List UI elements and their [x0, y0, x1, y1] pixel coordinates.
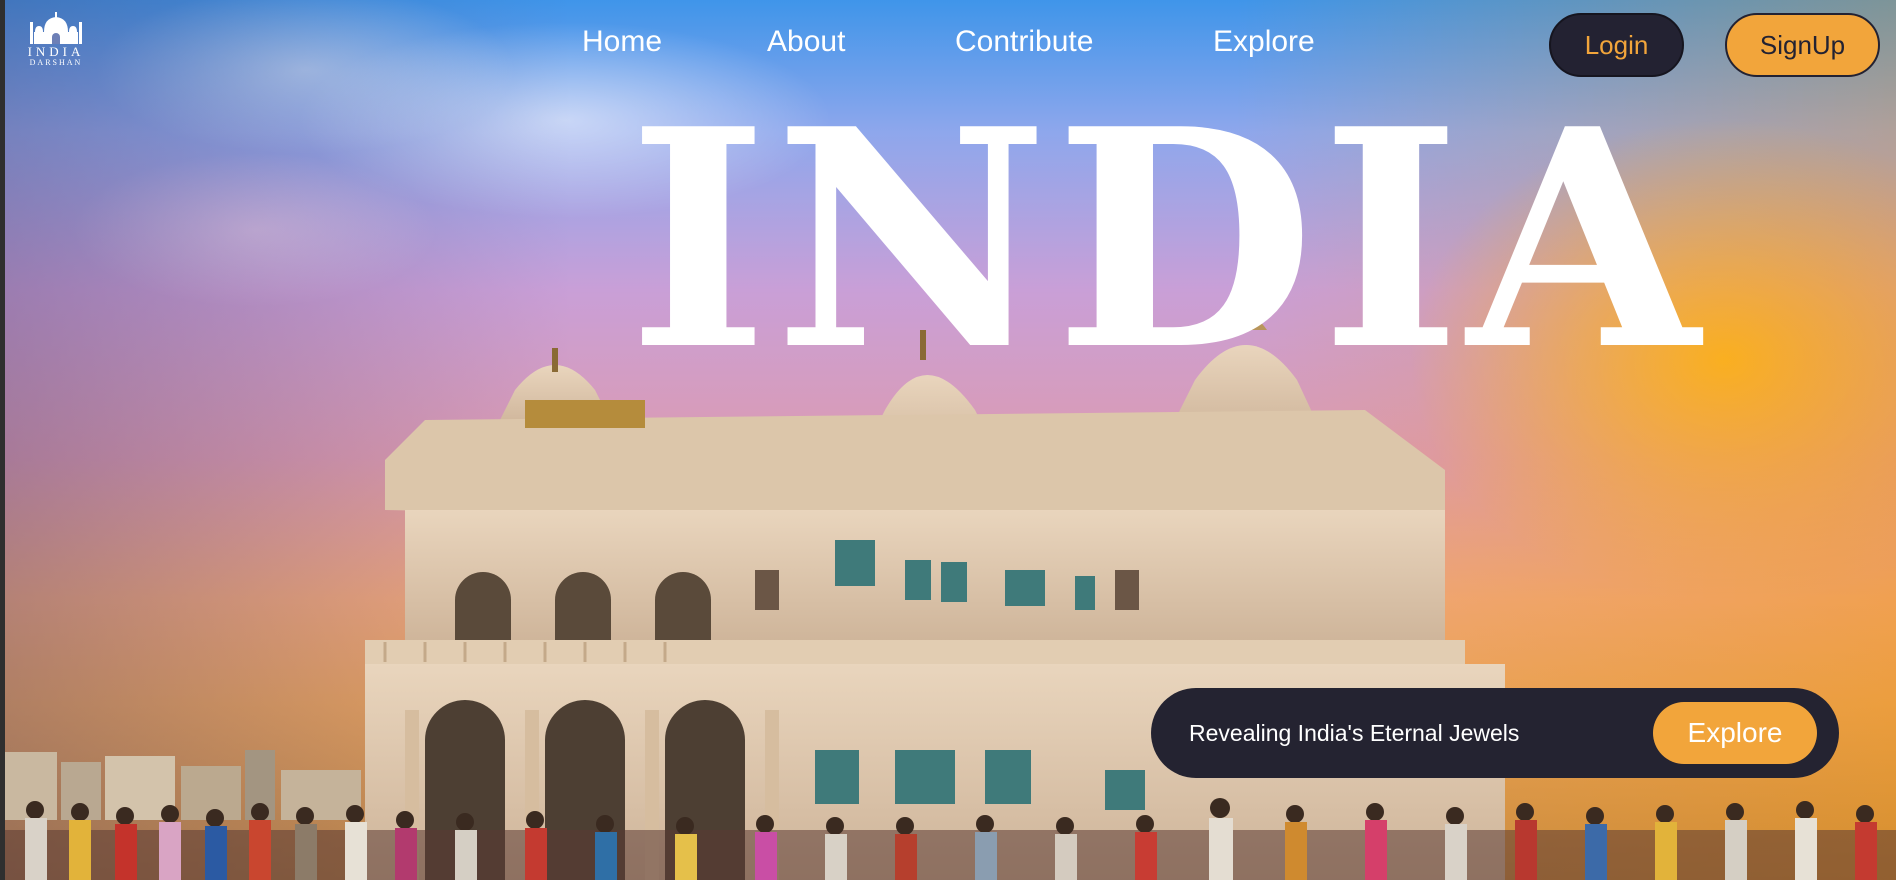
- hero-title: INDIA: [628, 63, 1706, 416]
- login-button[interactable]: Login: [1549, 13, 1684, 77]
- logo-title: INDIA: [27, 44, 85, 59]
- nav-contribute[interactable]: Contribute: [955, 22, 1093, 62]
- logo-subtitle: DARSHAN: [29, 58, 83, 67]
- nav-home[interactable]: Home: [582, 22, 662, 62]
- signup-button[interactable]: SignUp: [1725, 13, 1880, 77]
- nav-about[interactable]: About: [767, 22, 845, 62]
- hero-tagline: Revealing India's Eternal Jewels: [1189, 720, 1520, 746]
- nav-explore[interactable]: Explore: [1213, 22, 1315, 62]
- explore-banner: Revealing India's Eternal Jewels Explore: [1151, 688, 1839, 778]
- brand-logo[interactable]: INDIA DARSHAN: [18, 12, 94, 80]
- crowd-silhouettes: [5, 798, 1896, 880]
- taj-mahal-icon: [30, 12, 82, 44]
- explore-button[interactable]: Explore: [1653, 702, 1817, 764]
